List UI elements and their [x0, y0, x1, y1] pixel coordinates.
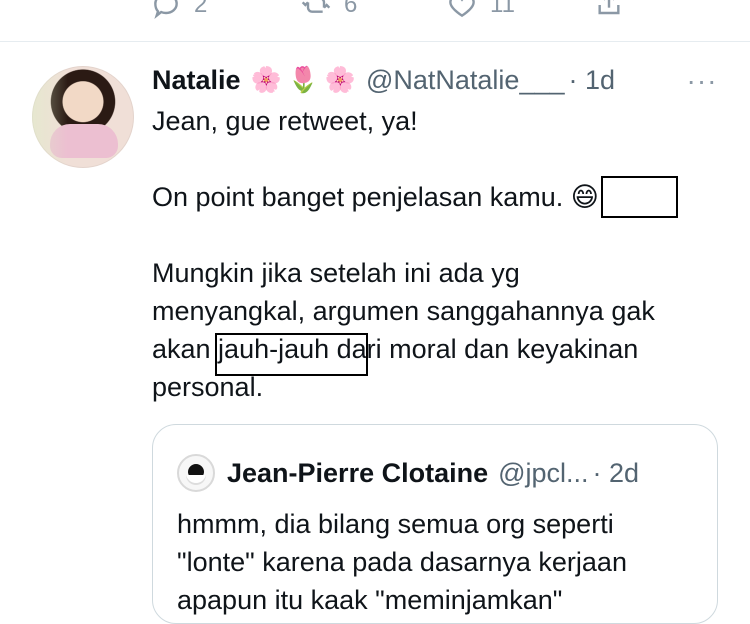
quoted-tweet-card[interactable]: Jean-Pierre Clotaine @jpcl... · 2d hmmm,… [152, 424, 718, 624]
quoted-author-name[interactable]: Jean-Pierre Clotaine [227, 458, 488, 489]
quoted-line: apapun itu kaak "meminjamkan" [177, 585, 563, 615]
reply-icon [154, 0, 178, 20]
author-emoji-group: 🌸 🌷 🌸 [251, 66, 356, 95]
quoted-line: "lonte" karena pada dasarnya kerjaan [177, 547, 627, 577]
tweet-line: menyangkal, argumen sanggahannya gak [152, 296, 655, 326]
quoted-tweet-body: hmmm, dia bilang semua org seperti "lont… [177, 505, 697, 619]
like-action[interactable]: 11 [446, 0, 515, 22]
tweet-line: On point banget penjelasan kamu. 😄 [152, 182, 599, 212]
share-action[interactable] [593, 0, 625, 22]
share-icon [598, 0, 620, 15]
like-count: 11 [490, 0, 515, 18]
avatar[interactable] [32, 66, 134, 168]
heart-icon [449, 0, 475, 18]
retweet-icon [301, 0, 331, 13]
tweet-line: akan jauh-jauh dari moral dan keyakinan [152, 334, 639, 364]
quoted-tweet-header: Jean-Pierre Clotaine @jpcl... · 2d [177, 453, 697, 493]
reply-count: 2 [194, 0, 208, 18]
quoted-line: hmmm, dia bilang semua org seperti [177, 509, 614, 539]
retweet-action[interactable]: 6 [300, 0, 357, 22]
tweet-line: personal. [152, 372, 264, 402]
author-handle[interactable]: @NatNatalie___ [366, 65, 565, 96]
tweet-gap [152, 216, 727, 254]
reply-action[interactable]: 2 [150, 0, 207, 22]
more-icon[interactable]: ··· [685, 65, 719, 96]
tulip-icon: 🌷 [287, 65, 319, 94]
quoted-author-handle[interactable]: @jpcl... [498, 458, 588, 489]
quoted-time[interactable]: · 2d [593, 458, 640, 489]
flower-icon: 🌸 [250, 65, 282, 94]
top-action-bar: 2 6 11 [0, 0, 750, 42]
tweet-header: Natalie 🌸 🌷 🌸 @NatNatalie___ · 1d [152, 60, 737, 100]
tweet-time[interactable]: · 1d [569, 65, 616, 96]
author-name[interactable]: Natalie [152, 65, 241, 96]
retweet-count: 6 [344, 0, 358, 18]
tweet-line: Jean, gue retweet, ya! [152, 106, 418, 136]
tweet-line: Mungkin jika setelah ini ada yg [152, 258, 520, 288]
flower-icon: 🌸 [324, 65, 356, 94]
tweet-body: Jean, gue retweet, ya! On point banget p… [152, 102, 727, 406]
quoted-avatar[interactable] [177, 454, 215, 492]
top-divider [0, 41, 750, 42]
tweet-gap [152, 140, 727, 178]
